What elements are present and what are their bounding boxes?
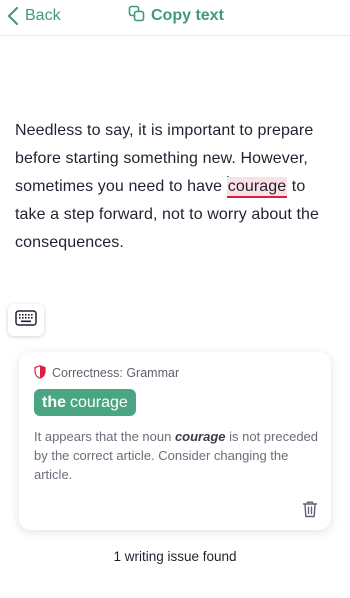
- copy-text-button[interactable]: Copy text: [128, 4, 224, 28]
- document-text[interactable]: Needless to say, it is important to prep…: [15, 117, 337, 257]
- desc-before: It appears that the noun: [34, 429, 175, 444]
- keyboard-icon: [15, 309, 37, 331]
- back-button[interactable]: Back: [7, 4, 61, 28]
- copy-text-label: Copy text: [151, 7, 224, 24]
- apply-suggestion-button[interactable]: the courage: [34, 389, 136, 416]
- suggestion-word: courage: [70, 393, 128, 411]
- chevron-left-icon: [7, 6, 19, 26]
- shield-icon: [34, 364, 46, 382]
- category-label: Correctness: Grammar: [52, 366, 180, 380]
- suggestion-added-word: the: [42, 393, 66, 411]
- top-bar: Back Copy text: [0, 0, 350, 36]
- copy-icon: [128, 5, 145, 27]
- keyboard-toggle-button[interactable]: [8, 304, 44, 336]
- desc-word: courage: [174, 429, 226, 444]
- issues-count: 1 writing issue found: [113, 549, 237, 564]
- dismiss-button[interactable]: [302, 500, 318, 518]
- suggestion-description: It appears that the noun courage is not …: [34, 427, 319, 484]
- card-category: Correctness: Grammar: [34, 364, 180, 382]
- suggestion-card: Correctness: Grammar the courage It appe…: [19, 352, 331, 530]
- trash-icon: [302, 501, 318, 522]
- flagged-word[interactable]: courage: [226, 177, 288, 198]
- back-label: Back: [25, 7, 61, 24]
